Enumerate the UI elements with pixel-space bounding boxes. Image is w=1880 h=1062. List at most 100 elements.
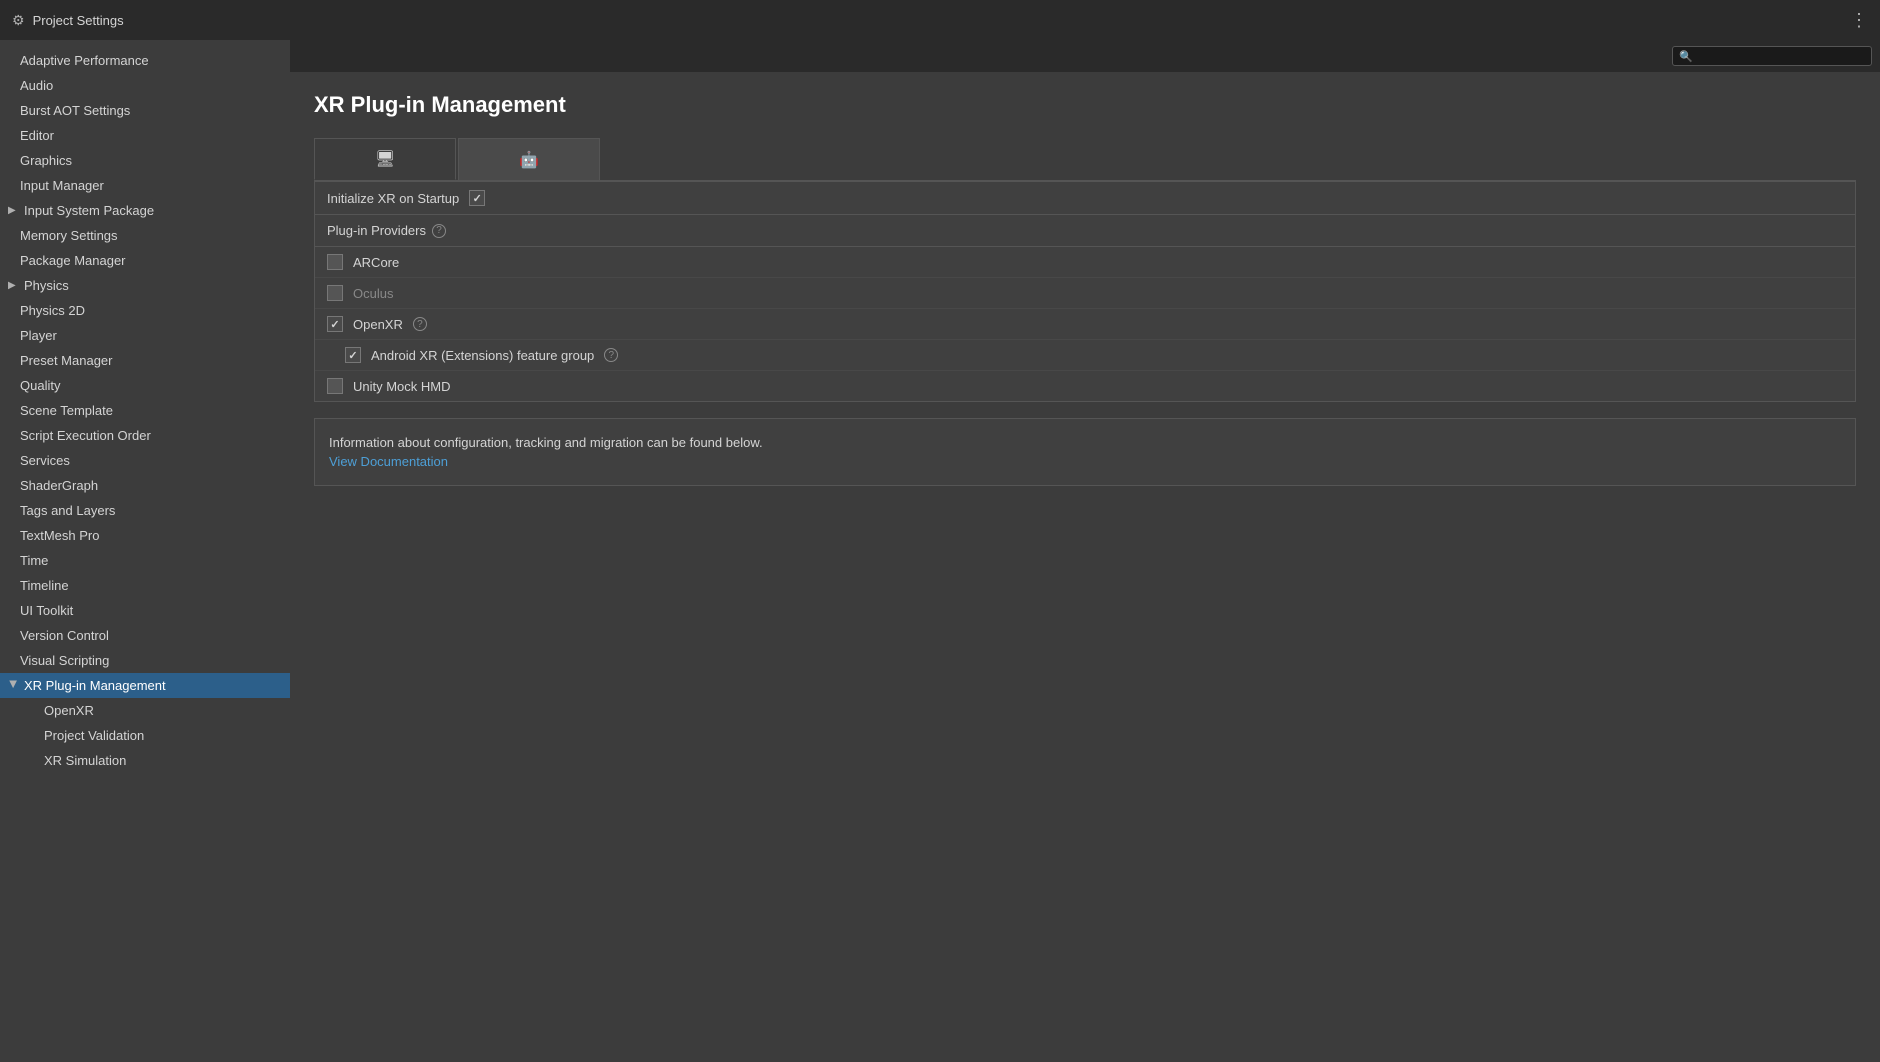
sidebar-item-input-system-package[interactable]: ▶ Input System Package [0,198,290,223]
sidebar: Adaptive Performance Audio Burst AOT Set… [0,40,290,1062]
sidebar-item-visual-scripting[interactable]: Visual Scripting [0,648,290,673]
help-icon[interactable]: ? [432,224,446,238]
oculus-checkbox[interactable] [327,285,343,301]
initialize-xr-checkbox[interactable] [469,190,485,206]
sidebar-child-label: OpenXR [44,703,94,718]
sidebar-child-label: XR Simulation [44,753,126,768]
unity-mock-hmd-checkbox[interactable] [327,378,343,394]
content-panel: XR Plug-in Management 🖥 🤖 Initialize XR … [290,72,1880,1062]
collapse-arrow-icon: ▶ [8,205,18,216]
sidebar-item-services[interactable]: Services [0,448,290,473]
sidebar-label: Tags and Layers [20,503,115,518]
sidebar-child-label: Project Validation [44,728,144,743]
android-xr-extensions-label: Android XR (Extensions) feature group [371,348,594,363]
search-icon: 🔍 [1679,50,1693,63]
collapse-arrow-icon: ▶ [8,280,18,291]
sidebar-item-quality[interactable]: Quality [0,373,290,398]
sidebar-label: Physics [24,278,69,293]
sidebar-item-adaptive-performance[interactable]: Adaptive Performance [0,48,290,73]
android-xr-extensions-help-icon[interactable]: ? [604,348,618,362]
sidebar-item-shader-graph[interactable]: ShaderGraph [0,473,290,498]
sidebar-label: Preset Manager [20,353,113,368]
search-input-wrap[interactable]: 🔍 [1672,46,1872,66]
initialize-xr-label: Initialize XR on Startup [327,191,459,206]
collapse-arrow-icon: ▶ [8,681,19,691]
tab-desktop[interactable]: 🖥 [314,138,456,180]
unity-mock-hmd-label: Unity Mock HMD [353,379,451,394]
provider-unity-mock-hmd: Unity Mock HMD [315,371,1855,401]
plugin-providers-label: Plug-in Providers [327,223,426,238]
provider-openxr: OpenXR ? [315,309,1855,340]
main-container: Adaptive Performance Audio Burst AOT Set… [0,40,1880,1062]
sidebar-item-scene-template[interactable]: Scene Template [0,398,290,423]
sidebar-item-script-execution-order[interactable]: Script Execution Order [0,423,290,448]
sidebar-label: Graphics [20,153,72,168]
initialize-xr-row: Initialize XR on Startup [315,182,1855,214]
page-title: XR Plug-in Management [314,92,1856,118]
sidebar-label: Burst AOT Settings [20,103,130,118]
sidebar-item-preset-manager[interactable]: Preset Manager [0,348,290,373]
sidebar-item-ui-toolkit[interactable]: UI Toolkit [0,598,290,623]
openxr-help-icon[interactable]: ? [413,317,427,331]
sidebar-item-editor[interactable]: Editor [0,123,290,148]
sidebar-label: Quality [20,378,60,393]
info-text: Information about configuration, trackin… [329,435,763,450]
sidebar-label: Time [20,553,48,568]
sidebar-item-physics-2d[interactable]: Physics 2D [0,298,290,323]
sidebar-item-audio[interactable]: Audio [0,73,290,98]
sidebar-label: Timeline [20,578,69,593]
android-xr-extensions-checkbox[interactable] [345,347,361,363]
sidebar-label: Editor [20,128,54,143]
sidebar-label: Version Control [20,628,109,643]
provider-oculus: Oculus [315,278,1855,309]
sidebar-label: Player [20,328,57,343]
sidebar-label: Services [20,453,70,468]
sidebar-item-version-control[interactable]: Version Control [0,623,290,648]
tab-android[interactable]: 🤖 [458,138,600,180]
sidebar-label: TextMesh Pro [20,528,99,543]
sidebar-label: Input System Package [24,203,154,218]
sidebar-item-burst-aot[interactable]: Burst AOT Settings [0,98,290,123]
sidebar-label: Package Manager [20,253,126,268]
sidebar-item-player[interactable]: Player [0,323,290,348]
sidebar-label: Script Execution Order [20,428,151,443]
platform-tabs: 🖥 🤖 [314,138,1856,181]
openxr-checkbox[interactable] [327,316,343,332]
sidebar-label: ShaderGraph [20,478,98,493]
sidebar-item-xr-plugin-management[interactable]: ▶ XR Plug-in Management [0,673,290,698]
search-bar: 🔍 [290,40,1880,72]
sidebar-child-openxr[interactable]: OpenXR [0,698,290,723]
arcore-checkbox[interactable] [327,254,343,270]
sidebar-item-graphics[interactable]: Graphics [0,148,290,173]
desktop-icon: 🖥 [375,149,395,169]
sidebar-child-project-validation[interactable]: Project Validation [0,723,290,748]
openxr-label: OpenXR [353,317,403,332]
sidebar-item-timeline[interactable]: Timeline [0,573,290,598]
provider-arcore: ARCore [315,247,1855,278]
menu-icon[interactable]: ⋮ [1850,10,1868,31]
sidebar-label: Adaptive Performance [20,53,149,68]
sidebar-label: Audio [20,78,53,93]
sidebar-item-tags-and-layers[interactable]: Tags and Layers [0,498,290,523]
content-area: 🔍 XR Plug-in Management 🖥 🤖 Initialize [290,40,1880,1062]
sidebar-label: Physics 2D [20,303,85,318]
sidebar-label: UI Toolkit [20,603,73,618]
sidebar-item-memory-settings[interactable]: Memory Settings [0,223,290,248]
sidebar-item-package-manager[interactable]: Package Manager [0,248,290,273]
sidebar-child-xr-simulation[interactable]: XR Simulation [0,748,290,773]
provider-android-xr-extensions: Android XR (Extensions) feature group ? [315,340,1855,371]
sidebar-item-time[interactable]: Time [0,548,290,573]
search-input[interactable] [1697,49,1865,63]
info-box: Information about configuration, trackin… [314,418,1856,486]
arcore-label: ARCore [353,255,399,270]
sidebar-item-textmesh-pro[interactable]: TextMesh Pro [0,523,290,548]
sidebar-label: Memory Settings [20,228,118,243]
settings-icon: ⚙ [12,12,25,29]
title-bar: ⚙ Project Settings ⋮ [0,0,1880,40]
initialize-xr-section: Initialize XR on Startup [314,181,1856,215]
view-documentation-link[interactable]: View Documentation [329,454,1841,469]
sidebar-item-input-manager[interactable]: Input Manager [0,173,290,198]
sidebar-label: XR Plug-in Management [24,678,166,693]
title-bar-left: ⚙ Project Settings [12,12,124,29]
sidebar-item-physics[interactable]: ▶ Physics [0,273,290,298]
